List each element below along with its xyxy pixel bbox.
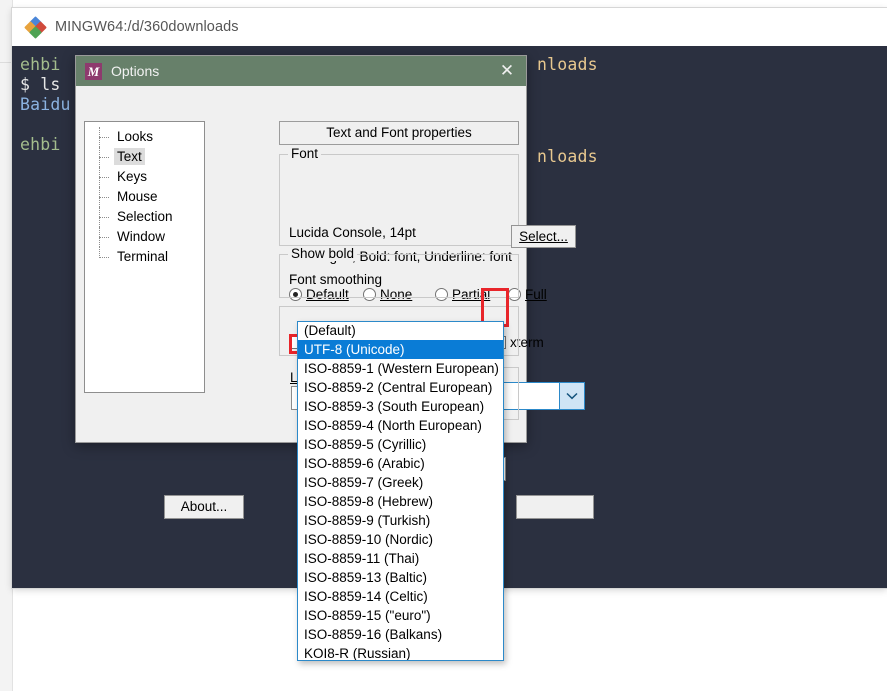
charset-option[interactable]: ISO-8859-16 (Balkans): [298, 625, 503, 644]
charset-option[interactable]: KOI8-R (Russian): [298, 644, 503, 661]
charset-option[interactable]: ISO-8859-3 (South European): [298, 397, 503, 416]
dropdown-top-clip: [298, 322, 503, 325]
select-button-label: Select...: [519, 229, 568, 244]
terminal-line-right: nloads: [537, 148, 598, 166]
nav-label: Mouse: [114, 188, 161, 205]
terminal-line: Baidu: [20, 96, 71, 114]
nav-label: Terminal: [114, 248, 171, 265]
mintty-diamond-icon: [26, 18, 45, 37]
charset-option[interactable]: ISO-8859-11 (Thai): [298, 549, 503, 568]
charset-option[interactable]: ISO-8859-4 (North European): [298, 416, 503, 435]
charset-dropdown-list[interactable]: (Default)UTF-8 (Unicode)ISO-8859-1 (West…: [297, 321, 504, 661]
font-group-title: Font: [288, 147, 321, 161]
nav-label: Selection: [114, 208, 176, 225]
terminal-title: MINGW64:/d/360downloads: [55, 19, 239, 35]
sidebar-item-looks[interactable]: Looks: [85, 127, 204, 147]
charset-option[interactable]: ISO-8859-15 ("euro"): [298, 606, 503, 625]
mintty-m-icon: M: [85, 63, 102, 80]
charset-option[interactable]: ISO-8859-2 (Central European): [298, 378, 503, 397]
radio-label: Full: [525, 287, 547, 302]
charset-option[interactable]: ISO-8859-13 (Baltic): [298, 568, 503, 587]
nav-label: Window: [114, 228, 168, 245]
terminal-line: ehbi: [20, 136, 61, 154]
charset-option[interactable]: ISO-8859-10 (Nordic): [298, 530, 503, 549]
pane-header: Text and Font properties: [279, 121, 519, 145]
nav-label: Text: [114, 148, 145, 165]
charset-option[interactable]: ISO-8859-14 (Celtic): [298, 587, 503, 606]
sidebar-item-text[interactable]: Text: [85, 147, 204, 167]
about-button[interactable]: About...: [164, 495, 244, 519]
font-name-value: Lucida Console, 14pt: [289, 225, 416, 240]
charset-option[interactable]: ISO-8859-7 (Greek): [298, 473, 503, 492]
charset-option[interactable]: ISO-8859-6 (Arabic): [298, 454, 503, 473]
nav-label: Looks: [114, 128, 156, 145]
charset-option[interactable]: UTF-8 (Unicode): [298, 340, 503, 359]
sidebar-item-keys[interactable]: Keys: [85, 167, 204, 187]
show-bold-groupbox: Show bold: [279, 254, 519, 298]
chevron-down-icon[interactable]: [559, 383, 584, 409]
terminal-line: $ ls: [20, 76, 61, 94]
charset-option[interactable]: ISO-8859-9 (Turkish): [298, 511, 503, 530]
options-nav-tree[interactable]: Looks Text Keys Mouse Selection Window T…: [84, 121, 205, 393]
charset-option[interactable]: ISO-8859-5 (Cyrillic): [298, 435, 503, 454]
nav-label: Keys: [114, 168, 150, 185]
sidebar-item-selection[interactable]: Selection: [85, 207, 204, 227]
close-icon[interactable]: ✕: [492, 58, 522, 84]
charset-option[interactable]: ISO-8859-8 (Hebrew): [298, 492, 503, 511]
terminal-line: ehbi: [20, 56, 61, 74]
sidebar-item-terminal[interactable]: Terminal: [85, 247, 204, 267]
sidebar-item-mouse[interactable]: Mouse: [85, 187, 204, 207]
cancel-button[interactable]: [516, 495, 594, 519]
charset-option[interactable]: ISO-8859-1 (Western European): [298, 359, 503, 378]
options-titlebar[interactable]: M Options ✕: [76, 56, 526, 86]
sidebar-item-window[interactable]: Window: [85, 227, 204, 247]
show-bold-group-title: Show bold: [288, 247, 357, 261]
options-dialog-title: Options: [111, 63, 159, 79]
terminal-line-right: nloads: [537, 56, 598, 74]
terminal-titlebar[interactable]: MINGW64:/d/360downloads: [12, 8, 887, 46]
select-font-button[interactable]: Select...: [511, 225, 576, 248]
